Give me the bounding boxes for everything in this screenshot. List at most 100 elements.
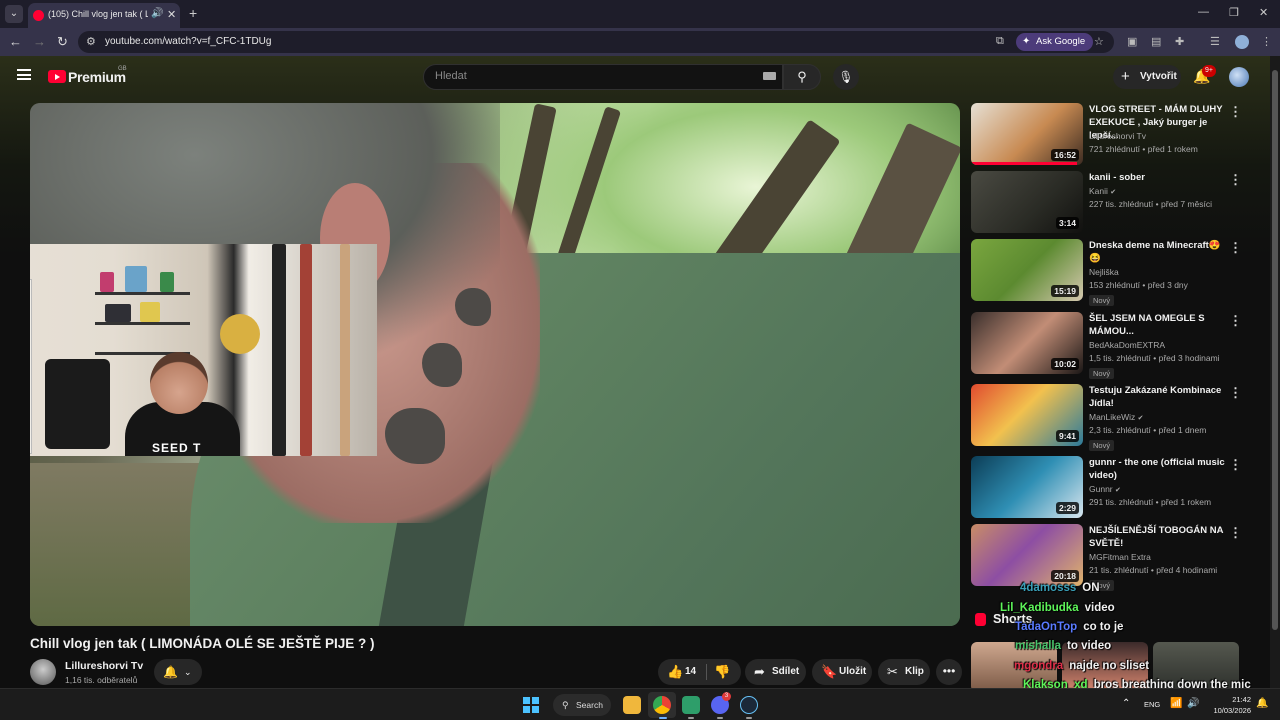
recommendation-item[interactable]: 2:29 gunnr - the one (official music vid… (971, 456, 1251, 520)
extension-icon[interactable]: ▣ (1127, 35, 1137, 48)
back-icon[interactable]: ← (9, 34, 22, 49)
extension-icon-2[interactable]: ▤ (1151, 35, 1161, 48)
recommendation-thumbnail[interactable]: 20:18 (971, 524, 1083, 586)
recommendation-item[interactable]: 20:18 NEJŠÍLENĚJŠÍ TOBOGÁN NA SVĚTĚ! MGF… (971, 524, 1251, 591)
thumbs-up-icon[interactable]: 👍 (667, 659, 683, 685)
extensions-puzzle-icon[interactable]: ✚ (1175, 35, 1184, 48)
share-button[interactable]: ➦ Sdílet (745, 659, 806, 685)
tray-chevron-icon[interactable]: ⌃ (1122, 698, 1130, 709)
page-scrollbar[interactable] (1270, 56, 1280, 688)
recommendation-channel[interactable]: MGFitman Extra (1089, 552, 1151, 562)
taskbar-search[interactable]: ⚲ Search (553, 694, 611, 716)
language-indicator[interactable]: ENG (1144, 700, 1160, 709)
chat-username: mgondra (1014, 660, 1064, 672)
recommendation-title[interactable]: Testuju Zakázané Kombinace Jídla! (1089, 384, 1227, 410)
recommendation-item[interactable]: 10:02 ŠEL JSEM NA OMEGLE S MÁMOU... BedA… (971, 312, 1251, 379)
cast-icon[interactable]: ⧉ (996, 35, 1004, 48)
steam-icon[interactable] (740, 696, 758, 714)
more-vertical-icon[interactable]: ⋮ (1229, 104, 1242, 120)
chat-message: mishalla to video (1015, 640, 1111, 652)
more-vertical-icon[interactable]: ⋮ (1229, 457, 1242, 473)
restore-icon[interactable]: ❐ (1229, 6, 1239, 19)
video-duration: 16:52 (1051, 149, 1079, 161)
volume-icon[interactable]: 🔊 (1187, 698, 1199, 709)
channel-name[interactable]: Lillureshorvi Tv (65, 660, 143, 672)
url-text[interactable]: youtube.com/watch?v=f_CFC-1TDUg (105, 36, 271, 47)
reading-list-icon[interactable]: ☰ (1210, 35, 1220, 48)
recommendation-item[interactable]: 9:41 Testuju Zakázané Kombinace Jídla! M… (971, 384, 1251, 451)
recommendation-title[interactable]: Dneska deme na Minecraft😍😆 (1089, 239, 1227, 265)
discord-badge: 3 (722, 692, 731, 701)
chat-text: co to je (1083, 621, 1124, 633)
recommendation-channel[interactable]: Gunnr ✔ (1089, 484, 1121, 494)
recommendation-title[interactable]: kanii - sober (1089, 171, 1227, 184)
bookmark-star-icon[interactable]: ☆ (1094, 35, 1104, 48)
youtube-favicon-icon (33, 10, 44, 21)
recommendation-item[interactable]: 3:14 kanii - sober Kanii ✔ 227 tis. zhlé… (971, 171, 1251, 235)
minimize-icon[interactable]: — (1198, 6, 1209, 18)
more-vertical-icon[interactable]: ⋮ (1229, 240, 1242, 256)
account-avatar[interactable] (1229, 67, 1249, 87)
create-button[interactable]: + Vytvořit (1113, 65, 1181, 89)
thumbs-down-icon[interactable]: 👎 (714, 659, 730, 685)
wifi-icon[interactable]: 📶 (1170, 698, 1182, 709)
browser-tab-active[interactable]: (105) Chill vlog jen tak ( LIMONÁDA OLÉ … (28, 3, 180, 28)
notification-center-icon[interactable]: 🔔 (1256, 698, 1268, 709)
reload-icon[interactable]: ↻ (57, 34, 68, 50)
scrollbar-thumb[interactable] (1272, 70, 1278, 630)
recommendation-thumbnail[interactable]: 3:14 (971, 171, 1083, 233)
more-vertical-icon[interactable]: ⋮ (1229, 172, 1242, 188)
speaker-icon[interactable]: 🔊 (151, 8, 163, 19)
app-icon-green[interactable] (682, 696, 700, 714)
more-vertical-icon[interactable]: ⋮ (1229, 313, 1242, 329)
forward-icon[interactable]: → (33, 34, 46, 49)
more-horizontal-icon: ••• (942, 664, 956, 678)
recommendation-item[interactable]: 16:52 VLOG STREET - MÁM DLUHY EXEKUCE , … (971, 103, 1251, 167)
recommendation-channel[interactable]: Nejliška (1089, 267, 1119, 277)
search-input[interactable]: Hledat (423, 64, 783, 90)
more-actions-button[interactable]: ••• (936, 659, 962, 685)
search-button[interactable]: ⚲ (783, 64, 821, 90)
keyboard-icon[interactable] (763, 72, 776, 80)
youtube-logo-icon[interactable] (48, 70, 66, 83)
ask-google-button[interactable]: ✦ Ask Google (1016, 33, 1094, 51)
recommendation-channel[interactable]: Lillureshorvi Tv (1089, 131, 1146, 141)
recommendation-title[interactable]: gunnr - the one (official music video) (1089, 456, 1227, 482)
windows-start-icon[interactable] (523, 697, 539, 713)
recommendation-item[interactable]: 15:19 Dneska deme na Minecraft😍😆 Nejlišk… (971, 239, 1251, 306)
recommendation-meta: 721 zhlédnutí • před 1 rokem (1089, 144, 1198, 154)
recommendation-thumbnail[interactable]: 9:41 (971, 384, 1083, 446)
more-vertical-icon[interactable]: ⋮ (1229, 385, 1242, 401)
like-count[interactable]: 14 (685, 659, 696, 685)
recommendation-channel[interactable]: ManLikeWiz ✔ (1089, 412, 1144, 422)
subscription-bell-button[interactable]: 🔔 ⌄ (154, 659, 202, 685)
menu-hamburger-icon[interactable] (17, 69, 31, 80)
close-tab-icon[interactable]: ✕ (167, 8, 176, 21)
recommendation-title[interactable]: NEJŠÍLENĚJŠÍ TOBOGÁN NA SVĚTĚ! (1089, 524, 1227, 550)
voice-search-button[interactable]: 🎙 (833, 64, 859, 90)
window-close-icon[interactable]: ✕ (1259, 6, 1268, 19)
recommendation-thumbnail[interactable]: 15:19 (971, 239, 1083, 301)
new-badge: Nový (1089, 440, 1115, 451)
file-explorer-icon[interactable] (623, 696, 641, 714)
save-button[interactable]: 🔖 Uložit (812, 659, 872, 685)
channel-avatar[interactable] (30, 659, 56, 685)
browser-menu-icon[interactable]: ⋮ (1261, 35, 1272, 48)
recommendation-thumbnail[interactable]: 16:52 (971, 103, 1083, 165)
site-info-icon[interactable]: ⚙ (86, 35, 96, 48)
video-player[interactable]: SEED T (30, 103, 960, 626)
new-tab-button[interactable]: + (189, 5, 197, 21)
recommendation-channel-name: Gunnr (1089, 484, 1113, 494)
more-vertical-icon[interactable]: ⋮ (1229, 525, 1242, 541)
tab-search-button[interactable]: ⌄ (5, 5, 23, 23)
system-clock[interactable]: 21:42 10/03/2026 (1207, 694, 1251, 716)
profile-avatar[interactable] (1235, 35, 1249, 49)
address-bar[interactable]: ⚙ youtube.com/watch?v=f_CFC-1TDUg ⧉ ✦ As… (78, 31, 1114, 53)
recommendation-thumbnail[interactable]: 2:29 (971, 456, 1083, 518)
recommendation-channel[interactable]: Kanii ✔ (1089, 186, 1116, 196)
recommendation-thumbnail[interactable]: 10:02 (971, 312, 1083, 374)
recommendation-title[interactable]: ŠEL JSEM NA OMEGLE S MÁMOU... (1089, 312, 1227, 338)
recommendation-channel[interactable]: BedAkaDomEXTRA (1089, 340, 1165, 350)
chrome-icon[interactable] (653, 696, 671, 714)
clip-button[interactable]: ✂ Klip (878, 659, 930, 685)
